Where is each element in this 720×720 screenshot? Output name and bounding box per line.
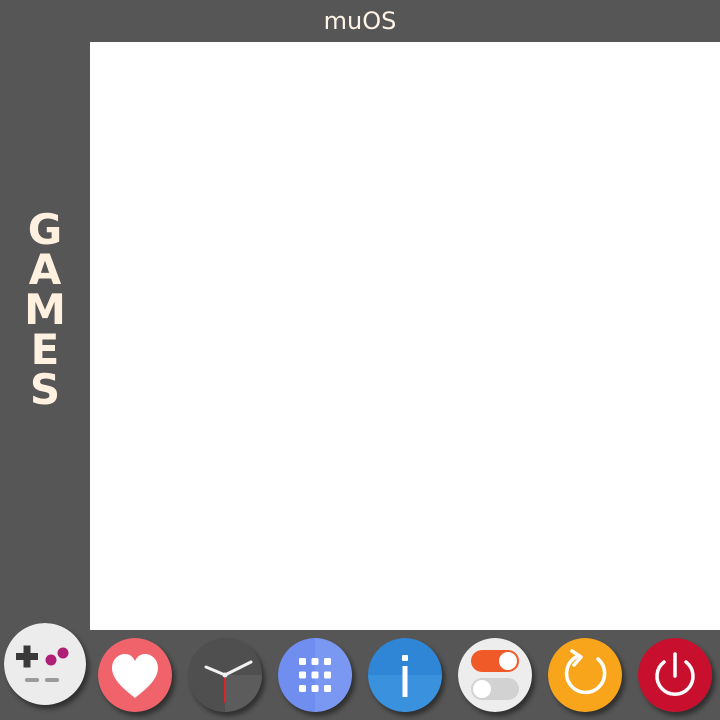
content-panel: [90, 42, 720, 630]
launcher-screen: muOS G A M E S: [0, 0, 720, 720]
apps-grid-icon: [278, 638, 352, 712]
section-label: G A M E S: [0, 42, 90, 630]
section-label-letter: S: [29, 365, 61, 414]
toggle-switches-icon: [458, 638, 532, 712]
section-label-letter: A: [28, 245, 62, 294]
power-icon: [638, 638, 712, 712]
section-label-letters: G A M E S: [24, 205, 66, 414]
information-button[interactable]: [368, 638, 442, 712]
reboot-button[interactable]: [548, 638, 622, 712]
section-label-letter: E: [30, 325, 60, 374]
favourites-button[interactable]: [98, 638, 172, 712]
gamepad-icon: [4, 623, 86, 705]
heart-icon: [98, 638, 172, 712]
applications-button[interactable]: [278, 638, 352, 712]
title-text: muOS: [323, 7, 397, 35]
games-button[interactable]: [4, 623, 86, 705]
dock: [0, 623, 720, 720]
info-icon: [368, 638, 442, 712]
clock-icon: [188, 638, 262, 712]
section-label-letter: G: [27, 205, 63, 254]
reboot-icon: [548, 638, 622, 712]
section-label-letter: M: [24, 285, 66, 334]
clock-button[interactable]: [188, 638, 262, 712]
shutdown-button[interactable]: [638, 638, 712, 712]
title-bar: muOS: [0, 0, 720, 42]
configuration-button[interactable]: [458, 638, 532, 712]
